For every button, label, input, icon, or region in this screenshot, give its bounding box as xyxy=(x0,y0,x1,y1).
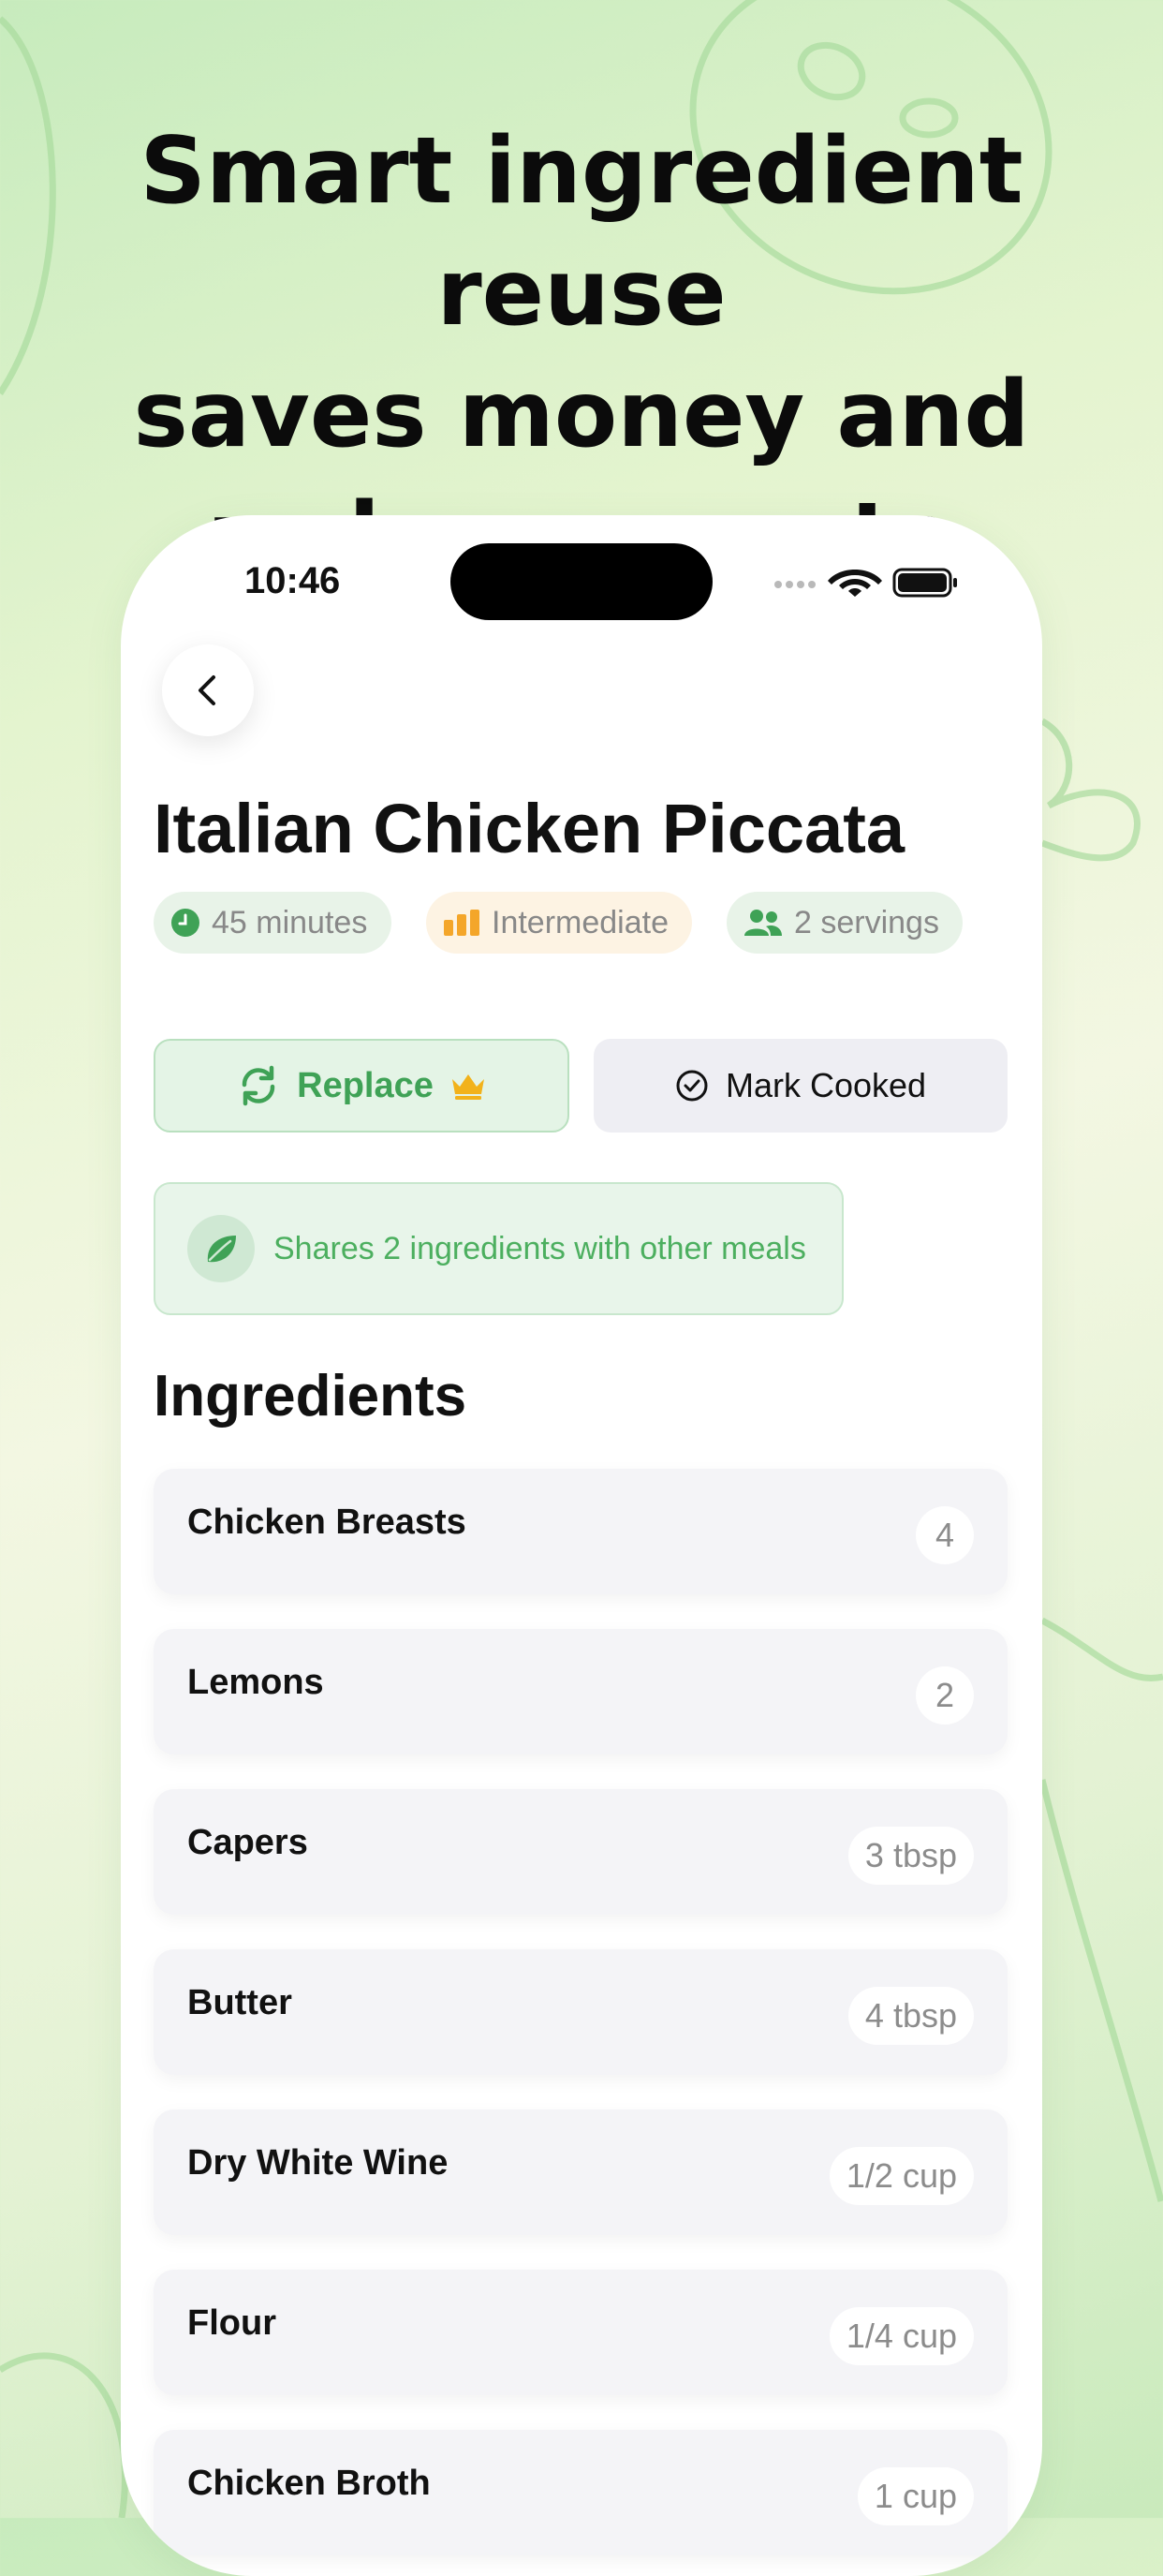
recipe-title: Italian Chicken Piccata xyxy=(154,790,905,867)
ingredient-row[interactable]: Chicken Broth 1 cup xyxy=(154,2430,1008,2555)
ingredient-quantity: 1 cup xyxy=(857,2467,974,2525)
chevron-left-icon xyxy=(199,675,215,705)
shared-ingredients-text: Shares 2 ingredients with other meals xyxy=(273,1230,806,1266)
difficulty-badge: Intermediate xyxy=(426,892,692,954)
headline-line-1: Smart ingredient reuse xyxy=(140,118,1023,347)
status-icons xyxy=(774,568,957,598)
ingredient-quantity: 4 xyxy=(916,1506,974,1564)
phone-screen: 10:46 Italian Chicken Piccata 45 minutes xyxy=(121,515,1042,2576)
ingredient-name: Dry White Wine xyxy=(187,2143,449,2183)
status-time: 10:46 xyxy=(244,560,341,601)
ingredient-quantity: 4 tbsp xyxy=(847,1987,974,2045)
ingredient-name: Butter xyxy=(187,1983,292,2022)
wifi-icon xyxy=(828,570,882,597)
ingredient-name: Lemons xyxy=(187,1663,324,1702)
ingredient-name: Chicken Breasts xyxy=(187,1503,466,1542)
checkmark-circle-icon xyxy=(676,1070,708,1102)
ingredient-row[interactable]: Butter 4 tbsp xyxy=(154,1949,1008,2075)
ingredient-quantity: 2 xyxy=(916,1666,974,1725)
shared-ingredients-notice: Shares 2 ingredients with other meals xyxy=(154,1182,844,1315)
ingredient-name: Capers xyxy=(187,1823,308,1862)
time-badge: 45 minutes xyxy=(154,892,391,954)
dynamic-island xyxy=(450,543,713,620)
ingredient-row[interactable]: Lemons 2 xyxy=(154,1629,1008,1754)
ingredient-name: Chicken Broth xyxy=(187,2464,431,2503)
ingredient-quantity: 1/2 cup xyxy=(829,2147,974,2205)
headline-line-2: saves money and xyxy=(133,362,1030,468)
ingredient-row[interactable]: Chicken Breasts 4 xyxy=(154,1469,1008,1594)
difficulty-label: Intermediate xyxy=(492,904,669,940)
servings-badge: 2 servings xyxy=(727,892,963,954)
battery-icon xyxy=(892,568,957,598)
servings-label: 2 servings xyxy=(794,904,939,940)
cellular-signal-icon xyxy=(774,581,816,588)
time-label: 45 minutes xyxy=(212,904,368,940)
ingredients-list: Chicken Breasts 4 Lemons 2 Capers 3 tbsp… xyxy=(154,1469,1008,2576)
ingredient-quantity: 1/4 cup xyxy=(829,2307,974,2365)
refresh-icon xyxy=(242,1065,275,1106)
replace-button[interactable]: Replace xyxy=(154,1039,569,1133)
ingredient-name: Flour xyxy=(187,2303,276,2343)
back-button[interactable] xyxy=(162,644,254,736)
ingredient-row[interactable]: Capers 3 tbsp xyxy=(154,1789,1008,1915)
people-icon xyxy=(744,910,782,936)
leaf-icon-container xyxy=(187,1215,255,1282)
ingredients-heading: Ingredients xyxy=(154,1364,467,1429)
ingredient-quantity: 3 tbsp xyxy=(847,1827,974,1885)
replace-label: Replace xyxy=(297,1065,434,1105)
ingredient-row[interactable]: Dry White Wine 1/2 cup xyxy=(154,2110,1008,2235)
mark-cooked-button[interactable]: Mark Cooked xyxy=(594,1039,1008,1133)
mark-cooked-label: Mark Cooked xyxy=(725,1066,927,1104)
clock-icon xyxy=(171,909,199,937)
difficulty-bars-icon xyxy=(444,910,479,936)
ingredient-row[interactable]: Flour 1/4 cup xyxy=(154,2270,1008,2395)
crown-icon xyxy=(451,1074,484,1100)
leaf-icon xyxy=(207,1236,236,1263)
